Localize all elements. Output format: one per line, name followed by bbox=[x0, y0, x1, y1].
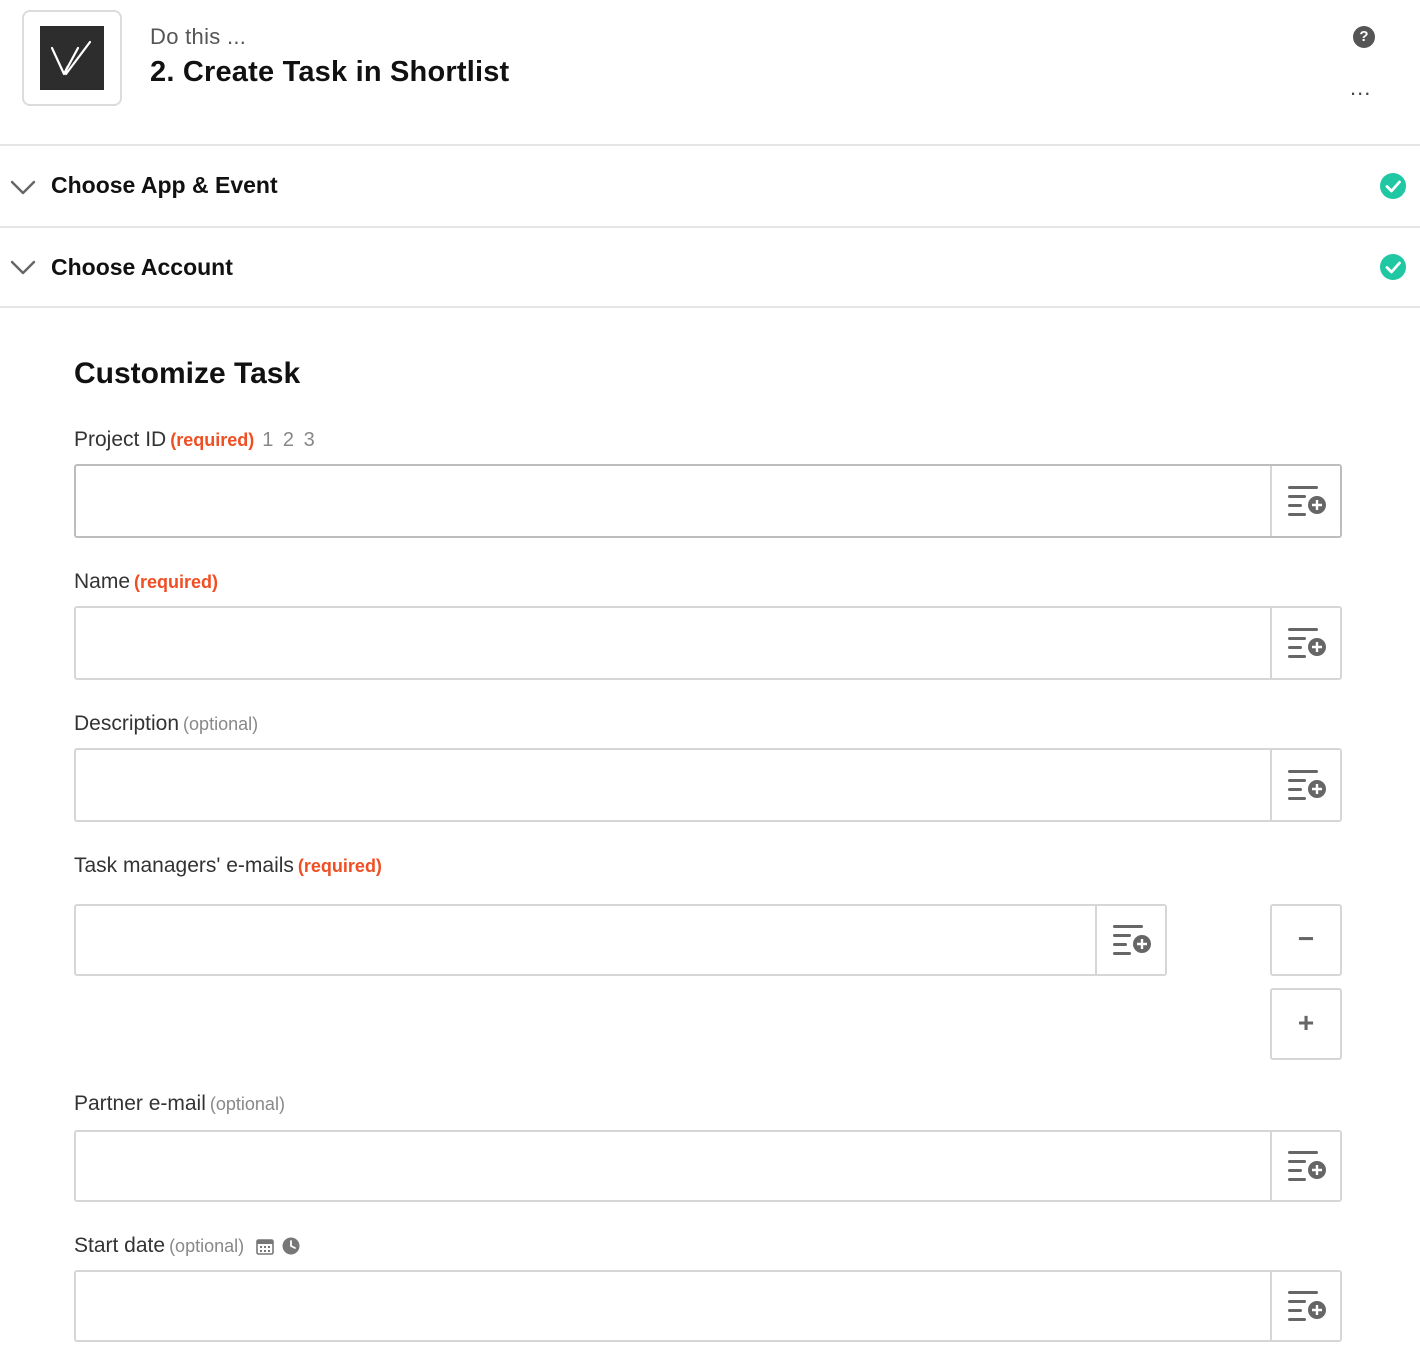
shortlist-logo-icon bbox=[40, 26, 104, 90]
clock-icon bbox=[282, 1237, 300, 1255]
field-label-project-id: Project ID (required) 1 2 3 bbox=[74, 428, 317, 452]
section-choose-app-event[interactable]: Choose App & Event bbox=[0, 146, 1420, 228]
label-text: Project ID bbox=[74, 428, 167, 451]
step-header: Do this ... 2. Create Task in Shortlist … bbox=[0, 0, 1420, 146]
label-text: Task managers' e-mails bbox=[74, 854, 294, 877]
optional-tag: (optional) bbox=[169, 1236, 245, 1256]
start-date-field-box bbox=[74, 1270, 1342, 1342]
field-label-name: Name (required) bbox=[74, 570, 218, 594]
field-label-start-date: Start date (optional) bbox=[74, 1234, 300, 1258]
start-date-input[interactable] bbox=[76, 1272, 1272, 1340]
step-title[interactable]: 2. Create Task in Shortlist bbox=[150, 56, 509, 89]
app-icon-box bbox=[22, 10, 122, 106]
section-label: Choose Account bbox=[51, 254, 233, 280]
insert-data-icon bbox=[1288, 1151, 1326, 1181]
check-circle-icon bbox=[1380, 254, 1406, 280]
project-id-input[interactable] bbox=[76, 466, 1272, 536]
project-id-field-box bbox=[74, 464, 1342, 538]
task-manager-email-input[interactable] bbox=[76, 906, 1097, 974]
add-item-button[interactable]: + bbox=[1270, 988, 1342, 1060]
partner-email-field-box bbox=[74, 1130, 1342, 1202]
insert-data-button[interactable] bbox=[1270, 466, 1340, 536]
optional-tag: (optional) bbox=[209, 1094, 285, 1114]
field-label-description: Description (optional) bbox=[74, 712, 258, 736]
insert-data-button[interactable] bbox=[1270, 750, 1340, 820]
check-circle-icon bbox=[1380, 173, 1406, 199]
field-label-partner-email: Partner e-mail (optional) bbox=[74, 1092, 285, 1116]
required-tag: (required) bbox=[170, 430, 255, 450]
label-text: Name bbox=[74, 570, 131, 593]
insert-data-button[interactable] bbox=[1095, 906, 1165, 974]
step-kicker: Do this ... bbox=[150, 24, 247, 49]
question-circle-icon[interactable]: ? bbox=[1353, 26, 1375, 48]
insert-data-icon bbox=[1288, 628, 1326, 658]
chevron-down-icon bbox=[10, 180, 36, 195]
required-tag: (required) bbox=[134, 572, 219, 592]
insert-data-button[interactable] bbox=[1270, 1132, 1340, 1200]
description-field-box bbox=[74, 748, 1342, 822]
remove-item-button[interactable]: − bbox=[1270, 904, 1342, 976]
calendar-icon bbox=[256, 1239, 274, 1256]
insert-data-button[interactable] bbox=[1270, 608, 1340, 678]
chevron-down-icon bbox=[10, 260, 36, 275]
step-numbers: 1 2 3 bbox=[262, 429, 317, 451]
description-input[interactable] bbox=[76, 750, 1272, 820]
optional-tag: (optional) bbox=[183, 714, 259, 734]
insert-data-icon bbox=[1288, 486, 1326, 516]
section-label: Choose App & Event bbox=[51, 172, 278, 198]
insert-data-icon bbox=[1288, 770, 1326, 800]
insert-data-icon bbox=[1113, 925, 1151, 955]
name-field-box bbox=[74, 606, 1342, 680]
required-tag: (required) bbox=[297, 856, 382, 876]
name-input[interactable] bbox=[76, 608, 1272, 678]
task-manager-email-field-box bbox=[74, 904, 1167, 976]
label-text: Description bbox=[74, 712, 180, 735]
field-label-task-managers-emails: Task managers' e-mails (required) bbox=[74, 854, 382, 878]
label-text: Start date bbox=[74, 1234, 166, 1257]
ellipsis-icon[interactable]: ... bbox=[1350, 77, 1378, 99]
label-text: Partner e-mail bbox=[74, 1092, 206, 1115]
insert-data-icon bbox=[1288, 1291, 1326, 1321]
partner-email-input[interactable] bbox=[76, 1132, 1272, 1200]
insert-data-button[interactable] bbox=[1270, 1272, 1340, 1340]
form-title: Customize Task bbox=[74, 357, 301, 390]
section-choose-account[interactable]: Choose Account bbox=[0, 228, 1420, 308]
